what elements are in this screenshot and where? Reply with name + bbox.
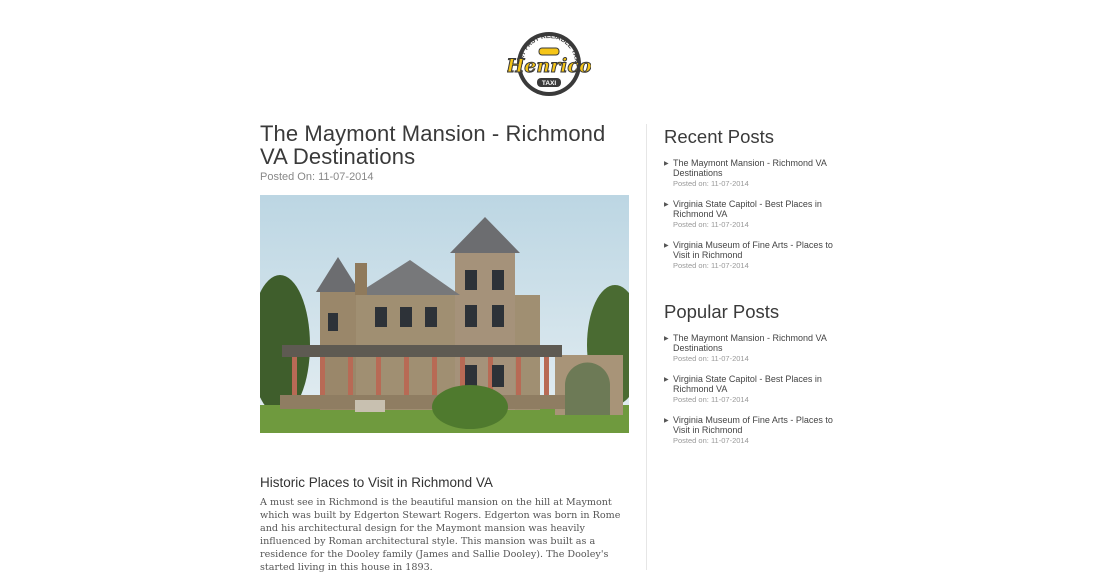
- list-item: ▶ Virginia State Capitol - Best Places i…: [664, 199, 844, 229]
- popular-post-link[interactable]: The Maymont Mansion - Richmond VA Destin…: [673, 333, 844, 353]
- post-article: The Maymont Mansion - Richmond VA Destin…: [260, 122, 632, 574]
- content-divider: [646, 124, 647, 570]
- popular-posts-list: ▶ The Maymont Mansion - Richmond VA Dest…: [664, 333, 844, 445]
- popular-posts-heading: Popular Posts: [664, 301, 780, 322]
- popular-post-link[interactable]: Virginia Museum of Fine Arts - Places to…: [673, 415, 844, 435]
- post-date: Posted on: 11-07-2014: [673, 354, 749, 363]
- list-item: ▶ The Maymont Mansion - Richmond VA Dest…: [664, 333, 844, 363]
- post-date: Posted on: 11-07-2014: [673, 436, 749, 445]
- list-item: ▶ Virginia State Capitol - Best Places i…: [664, 374, 844, 404]
- post-date: Posted On: 11-07-2014: [260, 171, 374, 183]
- post-date: Posted on: 11-07-2014: [673, 395, 749, 404]
- list-item: ▶ Virginia Museum of Fine Arts - Places …: [664, 415, 844, 445]
- logo-wordmark: Henrico: [507, 55, 591, 77]
- sidebar: Recent Posts ▶ The Maymont Mansion - Ric…: [664, 126, 844, 456]
- popular-post-link[interactable]: Virginia State Capitol - Best Places in …: [673, 374, 844, 394]
- mansion-photo: [260, 195, 629, 433]
- recent-posts-list: ▶ The Maymont Mansion - Richmond VA Dest…: [664, 158, 844, 270]
- list-item: ▶ Virginia Museum of Fine Arts - Places …: [664, 240, 844, 270]
- post-date: Posted on: 11-07-2014: [673, 261, 749, 270]
- list-item: ▶ The Maymont Mansion - Richmond VA Dest…: [664, 158, 844, 188]
- post-body: A must see in Richmond is the beautiful …: [260, 497, 621, 573]
- recent-post-link[interactable]: The Maymont Mansion - Richmond VA Destin…: [673, 158, 844, 178]
- bullet-arrow-icon: ▶: [664, 418, 669, 424]
- post-date: Posted on: 11-07-2014: [673, 220, 749, 229]
- bullet-arrow-icon: ▶: [664, 336, 669, 342]
- recent-posts-heading: Recent Posts: [664, 126, 775, 147]
- recent-post-link[interactable]: Virginia State Capitol - Best Places in …: [673, 199, 844, 219]
- bullet-arrow-icon: ▶: [664, 161, 669, 167]
- recent-post-link[interactable]: Virginia Museum of Fine Arts - Places to…: [673, 240, 844, 260]
- site-logo[interactable]: 24/7 FAST RELIABLE TAXI Henrico TAXI: [505, 26, 592, 98]
- post-date: Posted on: 11-07-2014: [673, 179, 749, 188]
- bullet-arrow-icon: ▶: [664, 202, 669, 208]
- svg-text:TAXI: TAXI: [542, 80, 557, 87]
- popular-posts-section: Popular Posts ▶ The Maymont Mansion - Ri…: [664, 301, 844, 445]
- bullet-arrow-icon: ▶: [664, 377, 669, 383]
- post-title: The Maymont Mansion - Richmond VA Destin…: [260, 121, 606, 169]
- section-heading: Historic Places to Visit in Richmond VA: [260, 475, 493, 490]
- bullet-arrow-icon: ▶: [664, 243, 669, 249]
